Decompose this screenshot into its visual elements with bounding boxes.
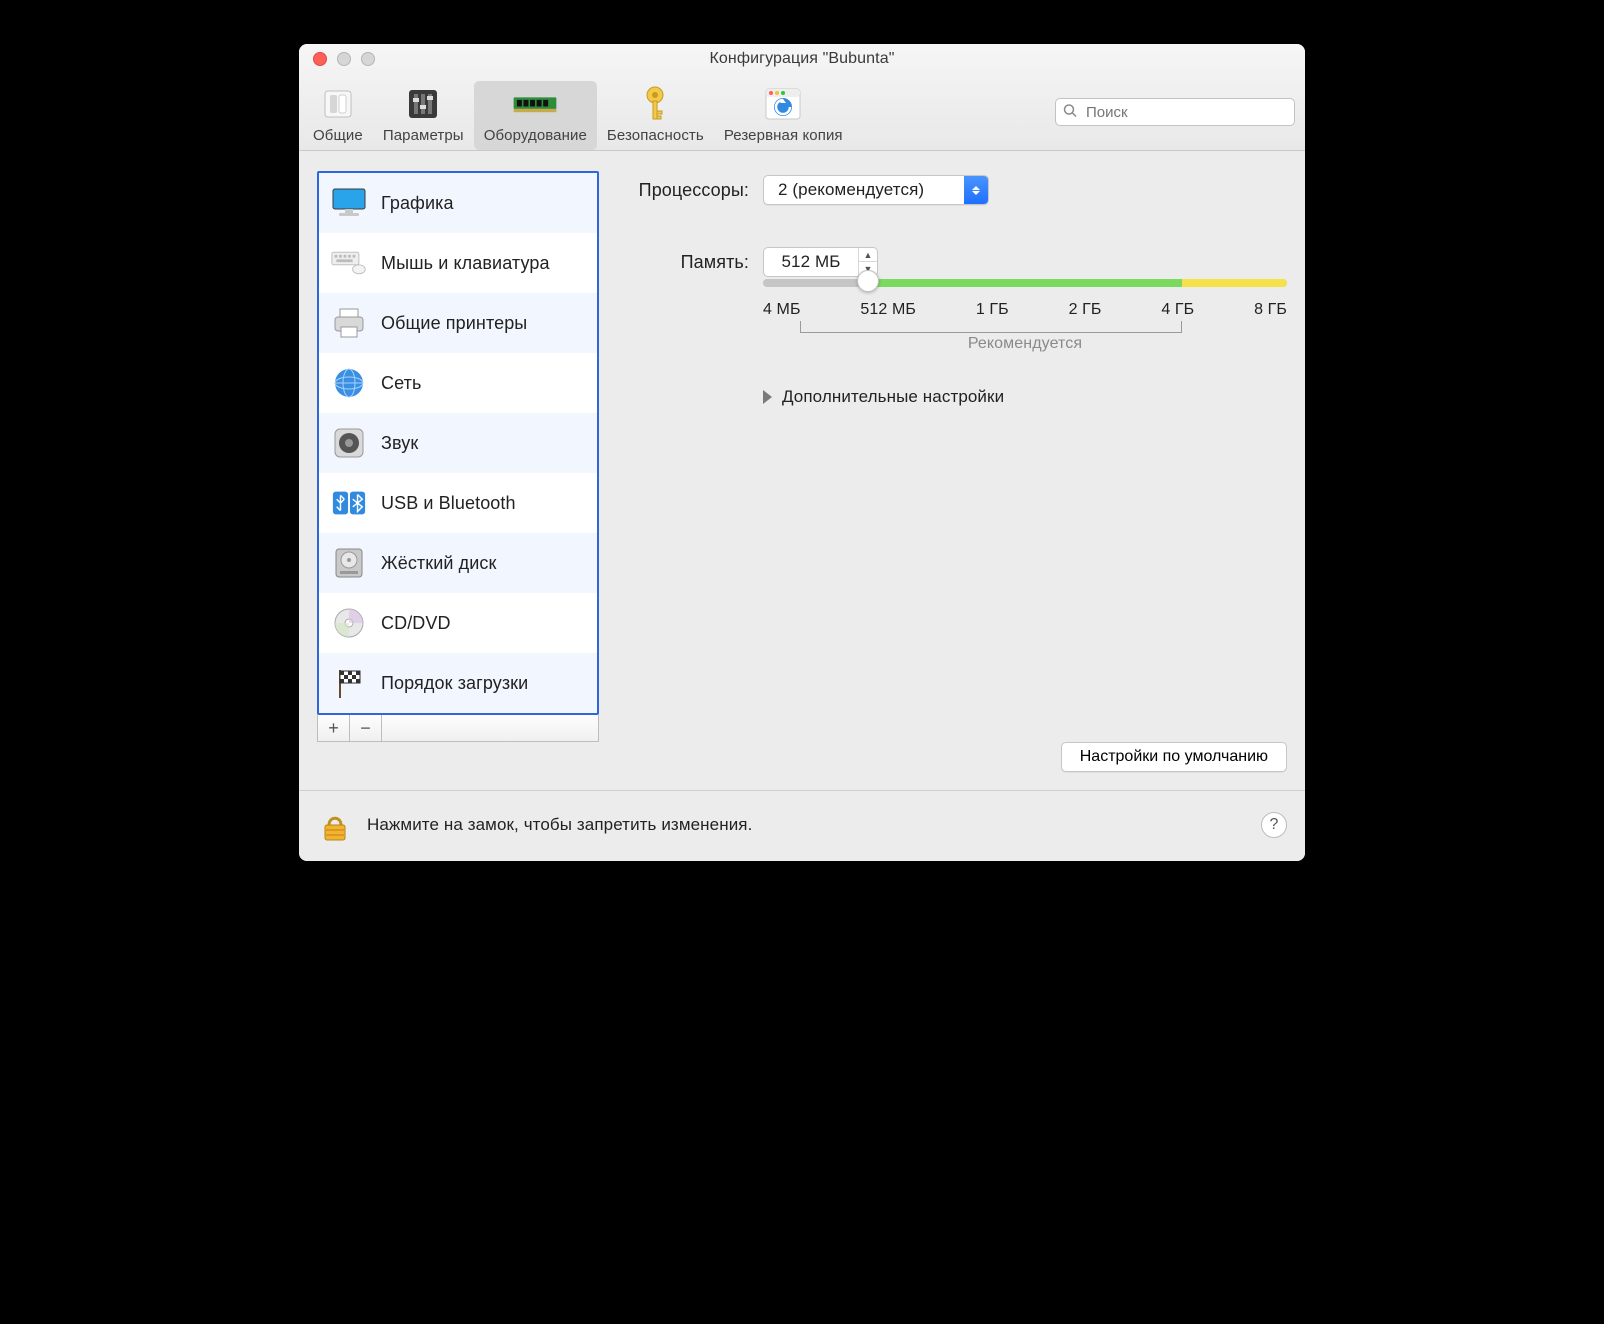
sidebar-item-label: USB и Bluetooth (381, 493, 516, 514)
tick-label: 1 ГБ (976, 301, 1009, 319)
tick-label: 512 МБ (860, 301, 916, 319)
restore-icon (760, 85, 806, 123)
search-icon (1063, 104, 1077, 121)
sidebar-item-label: Порядок загрузки (381, 673, 528, 694)
tab-backup[interactable]: Резервная копия (714, 81, 853, 150)
footer: Нажмите на замок, чтобы запретить измене… (299, 790, 1305, 861)
tick-label: 8 ГБ (1254, 301, 1287, 319)
tick-label: 2 ГБ (1069, 301, 1102, 319)
help-button[interactable]: ? (1261, 812, 1287, 838)
window-title: Конфигурация "Bubunta" (299, 44, 1305, 74)
cpu-select[interactable]: 2 (рекомендуется) (763, 175, 989, 205)
stepper-up[interactable]: ▲ (859, 248, 877, 262)
sidebar-item-sound[interactable]: Звук (319, 413, 597, 473)
slider-thumb[interactable] (857, 270, 879, 292)
globe-icon (331, 365, 367, 401)
sidebar-item-boot-order[interactable]: Порядок загрузки (319, 653, 597, 713)
sidebar-item-usb-bluetooth[interactable]: USB и Bluetooth (319, 473, 597, 533)
cpu-select-value: 2 (рекомендуется) (764, 180, 964, 200)
tab-general[interactable]: Общие (303, 81, 373, 150)
close-window-button[interactable] (313, 52, 327, 66)
disc-icon (331, 605, 367, 641)
tab-security[interactable]: Безопасность (597, 81, 714, 150)
sidebar-item-label: Сеть (381, 373, 421, 394)
sidebar-item-label: Мышь и клавиатура (381, 253, 550, 274)
tab-label: Безопасность (607, 127, 704, 144)
recommended-label: Рекомендуется (763, 335, 1287, 353)
slider-ticks: 4 МБ 512 МБ 1 ГБ 2 ГБ 4 ГБ 8 ГБ (763, 301, 1287, 319)
sidebar-item-label: Общие принтеры (381, 313, 527, 334)
search-input[interactable] (1055, 98, 1295, 126)
toolbar: Общие Параметры Оборудование (299, 74, 1305, 150)
unlocked-padlock-icon[interactable] (317, 807, 353, 843)
lock-hint-text: Нажмите на замок, чтобы запретить измене… (367, 815, 752, 835)
window-controls (299, 52, 375, 66)
advanced-label: Дополнительные настройки (782, 387, 1004, 407)
tab-params[interactable]: Параметры (373, 81, 474, 150)
mouse-keyboard-icon (331, 245, 367, 281)
usb-bluetooth-icon (331, 485, 367, 521)
minimize-window-button[interactable] (337, 52, 351, 66)
speaker-icon (331, 425, 367, 461)
sidebar-item-network[interactable]: Сеть (319, 353, 597, 413)
sidebar-item-label: Звук (381, 433, 418, 454)
hdd-icon (331, 545, 367, 581)
sidebar-toolbar: + − (317, 715, 599, 742)
sidebar-item-graphics[interactable]: Графика (319, 173, 597, 233)
sidebar-item-label: CD/DVD (381, 613, 451, 634)
maximize-window-button[interactable] (361, 52, 375, 66)
hardware-device-list: Графика Мышь и клавиатура Общие принтеры (317, 171, 599, 715)
tab-label: Резервная копия (724, 127, 843, 144)
tab-label: Общие (313, 127, 363, 144)
sidebar-item-label: Жёсткий диск (381, 553, 497, 574)
cpu-label: Процессоры: (623, 180, 763, 201)
sliders-icon (400, 85, 446, 123)
tab-label: Параметры (383, 127, 464, 144)
switch-icon (315, 85, 361, 123)
tick-label: 4 МБ (763, 301, 801, 319)
printer-icon (331, 305, 367, 341)
tick-label: 4 ГБ (1161, 301, 1194, 319)
config-window: Конфигурация "Bubunta" Общие Параметры (299, 44, 1305, 861)
titlebar: Конфигурация "Bubunta" Общие Параметры (299, 44, 1305, 151)
add-device-button[interactable]: + (318, 715, 350, 741)
key-icon (632, 85, 678, 123)
sidebar-item-cddvd[interactable]: CD/DVD (319, 593, 597, 653)
flag-icon (331, 665, 367, 701)
hardware-detail-panel: Процессоры: 2 (рекомендуется) Память: 51… (623, 171, 1287, 742)
sidebar-item-mouse-keyboard[interactable]: Мышь и клавиатура (319, 233, 597, 293)
tab-hardware[interactable]: Оборудование (474, 81, 597, 150)
display-icon (331, 185, 367, 221)
advanced-settings-disclosure[interactable]: Дополнительные настройки (763, 387, 1287, 407)
memory-label: Память: (623, 252, 763, 273)
tab-label: Оборудование (484, 127, 587, 144)
memory-value: 512 МБ (764, 252, 858, 272)
disclosure-triangle-icon (763, 390, 772, 404)
chevron-updown-icon (964, 176, 988, 204)
remove-device-button[interactable]: − (350, 715, 382, 741)
sidebar-item-label: Графика (381, 193, 454, 214)
memory-slider[interactable] (763, 279, 1287, 287)
defaults-button[interactable]: Настройки по умолчанию (1061, 742, 1287, 772)
ram-icon (512, 85, 558, 123)
sidebar-item-printers[interactable]: Общие принтеры (319, 293, 597, 353)
sidebar-item-hard-disk[interactable]: Жёсткий диск (319, 533, 597, 593)
search-field-wrap (1055, 98, 1295, 126)
